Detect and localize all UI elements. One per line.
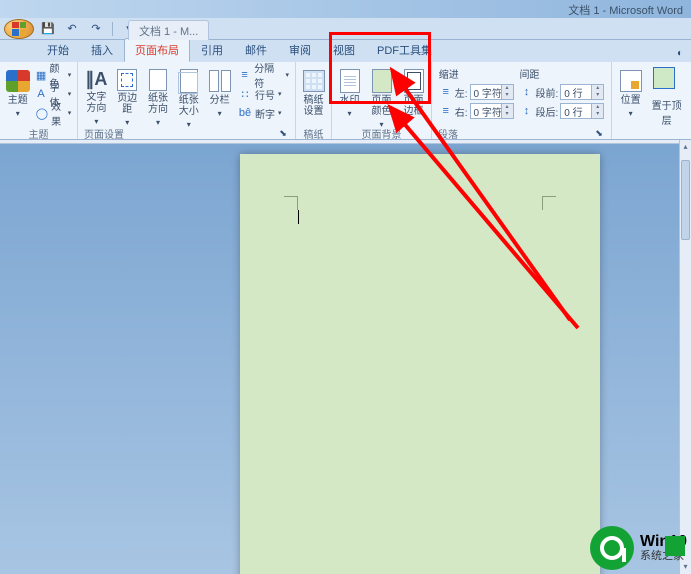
- vertical-scrollbar[interactable]: ▴ ▾: [679, 140, 691, 574]
- document-page[interactable]: [240, 154, 600, 574]
- watermark-logo: Win10 系统之家: [590, 526, 687, 570]
- fonts-icon: A: [36, 87, 47, 101]
- bring-front-icon: [655, 69, 675, 89]
- text-cursor: [298, 210, 299, 224]
- spacing-before-icon: ↕: [520, 85, 534, 99]
- tab-home[interactable]: 开始: [36, 38, 80, 62]
- manuscript-icon: [303, 70, 325, 92]
- watermark-button[interactable]: 水印 ▾: [335, 64, 365, 126]
- page-border-icon: [404, 69, 424, 93]
- hyphenation-button[interactable]: bê断字▾: [236, 104, 291, 122]
- document-workspace: ▴ ▾: [0, 140, 691, 574]
- group-label-paragraph: 段落 ⬊: [436, 126, 607, 140]
- group-label-manuscript: 稿纸: [300, 126, 327, 140]
- breaks-icon: ≡: [238, 68, 251, 82]
- ribbon-tabs: 开始 插入 页面布局 引用 邮件 审阅 视图 PDF工具集: [0, 40, 691, 62]
- scroll-up-icon[interactable]: ▴: [680, 140, 691, 154]
- text-direction-icon: ∥A: [83, 69, 109, 90]
- group-label-themes: 主题: [4, 126, 73, 140]
- columns-icon: [209, 70, 231, 92]
- redo-icon[interactable]: ↷: [86, 20, 106, 38]
- group-page-setup: ∥A 文字方向 ▾ 页边距 ▾ 纸张方向 ▾ 纸张大小 ▾ 分栏: [78, 62, 296, 139]
- group-label-page-bg: 页面背景: [336, 126, 427, 140]
- page-color-button[interactable]: 页面颜色 ▾: [367, 64, 397, 126]
- tab-page-layout[interactable]: 页面布局: [124, 38, 190, 62]
- themes-icon: [6, 70, 30, 92]
- tab-pdf-tools[interactable]: PDF工具集: [366, 38, 443, 62]
- colors-icon: ▦: [36, 68, 47, 82]
- indent-left-icon: ≡: [439, 85, 453, 99]
- chevron-down-icon: ▾: [16, 109, 20, 118]
- indent-right-spinner[interactable]: 0 字符▴▾: [470, 103, 514, 119]
- scrollbar-thumb[interactable]: [681, 160, 690, 240]
- orientation-icon: [149, 69, 167, 91]
- paragraph-launcher-icon[interactable]: ⬊: [593, 127, 605, 139]
- page-border-button[interactable]: 页面 边框: [399, 64, 429, 126]
- indent-right-icon: ≡: [439, 104, 453, 118]
- background-window-tab[interactable]: 文档 1 - M...: [128, 20, 209, 40]
- manuscript-settings-button[interactable]: 稿纸 设置: [299, 64, 329, 126]
- page-setup-launcher-icon[interactable]: ⬊: [277, 127, 289, 139]
- indent-left-spinner[interactable]: 0 字符▴▾: [470, 84, 514, 100]
- group-label-page-setup: 页面设置 ⬊: [82, 126, 291, 140]
- text-direction-button[interactable]: ∥A 文字方向 ▾: [82, 64, 111, 126]
- breaks-button[interactable]: ≡分隔符▾: [236, 66, 291, 84]
- size-button[interactable]: 纸张大小 ▾: [174, 64, 203, 126]
- group-themes: 主题 ▾ ▦颜色▾ A字体▾ ◯效果▾ 主题: [0, 62, 78, 139]
- ribbon: 主题 ▾ ▦颜色▾ A字体▾ ◯效果▾ 主题 ∥A 文字方向 ▾ 页边距 ▾: [0, 62, 691, 140]
- tab-insert[interactable]: 插入: [80, 38, 124, 62]
- spacing-after-spinner[interactable]: 0 行▴▾: [560, 103, 604, 119]
- themes-button[interactable]: 主题 ▾: [4, 64, 32, 126]
- spacing-after-icon: ↕: [520, 104, 534, 118]
- page-color-icon: [372, 69, 392, 93]
- group-arrange: 位置 ▾ 置于顶层: [612, 62, 690, 139]
- size-icon: [180, 69, 198, 93]
- columns-button[interactable]: 分栏 ▾: [205, 64, 234, 126]
- line-numbers-button[interactable]: ∷行号▾: [236, 85, 291, 103]
- tab-review[interactable]: 审阅: [278, 38, 322, 62]
- effects-icon: ◯: [36, 106, 48, 120]
- margin-mark-top-right: [542, 196, 556, 210]
- tab-mailings[interactable]: 邮件: [234, 38, 278, 62]
- line-numbers-icon: ∷: [238, 87, 252, 101]
- theme-effects-button[interactable]: ◯效果▾: [34, 104, 74, 122]
- undo-icon[interactable]: ↶: [62, 20, 82, 38]
- margin-mark-top-left: [284, 196, 298, 210]
- spacing-before-spinner[interactable]: 0 行▴▾: [560, 84, 604, 100]
- margins-button[interactable]: 页边距 ▾: [113, 64, 142, 126]
- office-button[interactable]: [4, 19, 34, 39]
- title-bar: 文档 1 - Microsoft Word: [0, 0, 691, 18]
- tab-view[interactable]: 视图: [322, 38, 366, 62]
- watermark-icon: [340, 69, 360, 93]
- quick-access-toolbar: 💾 ↶ ↷ ▾: [0, 18, 691, 40]
- position-button[interactable]: 位置 ▾: [616, 64, 645, 126]
- minimize-ribbon-icon[interactable]: ◐: [671, 44, 689, 62]
- group-paragraph: 缩进 ≡左: 0 字符▴▾ ≡右: 0 字符▴▾ 间距 ↕段前: 0 行▴▾ ↕…: [432, 62, 612, 139]
- window-title: 文档 1 - Microsoft Word: [568, 2, 683, 18]
- tab-references[interactable]: 引用: [190, 38, 234, 62]
- save-icon[interactable]: 💾: [38, 20, 58, 38]
- group-page-background: 水印 ▾ 页面颜色 ▾ 页面 边框 页面背景: [332, 62, 432, 139]
- hyphenation-icon: bê: [238, 106, 252, 120]
- watermark-badge-icon: [590, 526, 634, 570]
- bring-front-button[interactable]: [647, 66, 683, 94]
- orientation-button[interactable]: 纸张方向 ▾: [144, 64, 173, 126]
- group-manuscript: 稿纸 设置 稿纸: [296, 62, 332, 139]
- margins-icon: [117, 69, 137, 91]
- position-icon: [620, 70, 642, 92]
